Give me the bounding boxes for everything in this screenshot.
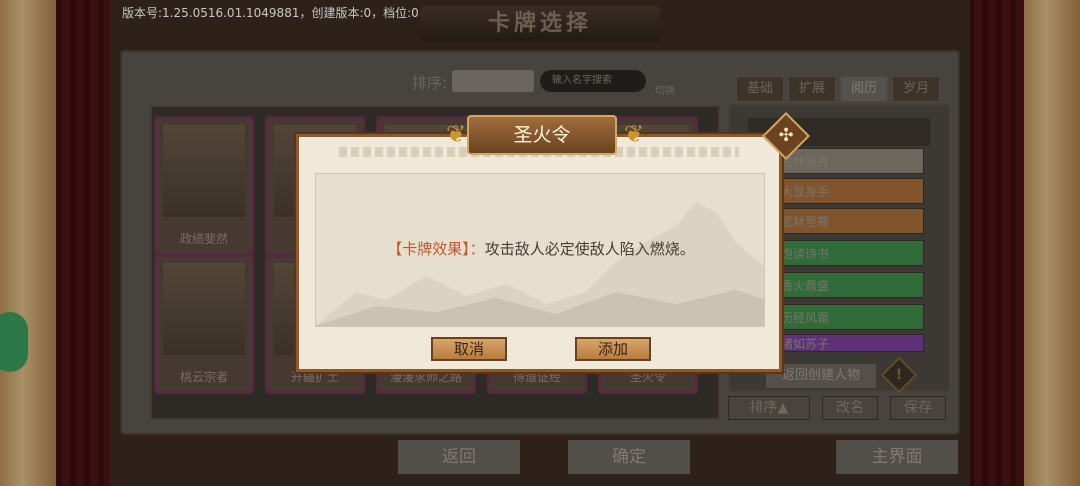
card-effect-dialog: ❦ 圣火令 ❦ 【卡牌效果】：攻击敌人必定使敌人陷入燃烧。 取消 添加 ✣ (296, 111, 811, 372)
cancel-button[interactable]: 取消 (431, 337, 507, 361)
dragon-ornament-icon: ❦ (623, 120, 645, 148)
dialog-content: 【卡牌效果】：攻击敌人必定使敌人陷入燃烧。 (315, 173, 765, 327)
effect-label: 【卡牌效果】： (387, 240, 485, 258)
close-icon: ✣ (778, 125, 794, 146)
effect-description: 【卡牌效果】：攻击敌人必定使敌人陷入燃烧。 (316, 238, 764, 259)
dialog-title: 圣火令 (467, 115, 617, 155)
add-button[interactable]: 添加 (575, 337, 651, 361)
effect-text: 攻击敌人必定使敌人陷入燃烧。 (484, 240, 695, 258)
